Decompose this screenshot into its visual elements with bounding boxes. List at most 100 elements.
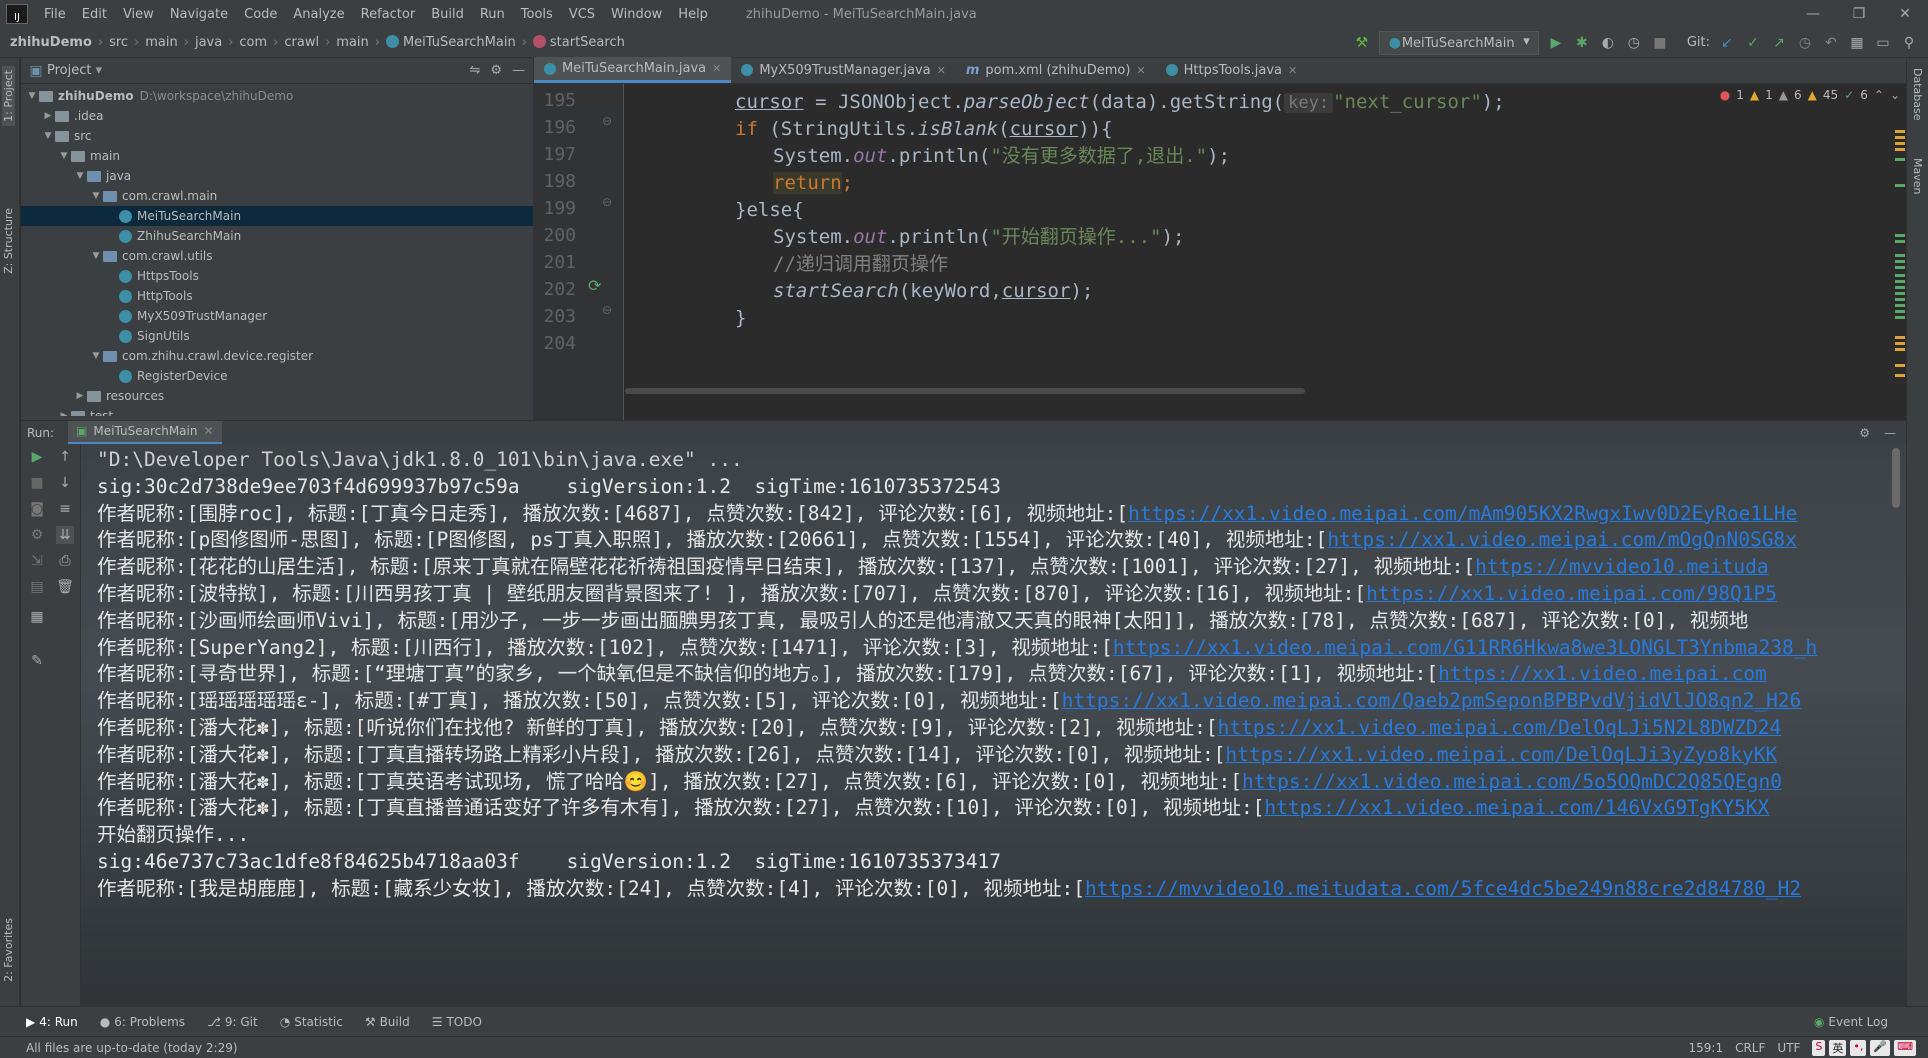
tree-item[interactable]: ▶ resources <box>21 386 533 406</box>
breadcrumb-item[interactable]: crawl <box>284 35 319 50</box>
stripe-mark[interactable] <box>1895 254 1905 257</box>
close-tab-icon[interactable]: ✕ <box>203 424 213 438</box>
chevron-down-icon[interactable]: ▼ <box>89 251 103 261</box>
error-stripe[interactable] <box>1894 84 1906 420</box>
chevron-down-icon[interactable]: ▼ <box>89 351 103 361</box>
tree-item[interactable]: ▼ zhihuDemo D:\workspace\zhihuDemo <box>21 86 533 106</box>
pin-icon[interactable]: ✎ <box>28 652 46 670</box>
menu-tools[interactable]: Tools <box>513 7 561 22</box>
tree-item[interactable]: HttpsTools <box>21 266 533 286</box>
tree-item[interactable]: ▶ .idea <box>21 106 533 126</box>
tree-item[interactable]: ▼ com.crawl.utils <box>21 246 533 266</box>
stripe-mark[interactable] <box>1895 240 1905 243</box>
video-link[interactable]: https://xx1.video.meipai.com/98Q1P5 <box>1366 582 1777 605</box>
search-icon[interactable]: ⚲ <box>1900 34 1918 52</box>
tree-item[interactable]: ▶ test <box>21 406 533 416</box>
video-link[interactable]: https://mvvideo10.meitudata.com/5fce4dc5… <box>1085 877 1801 900</box>
tree-item[interactable]: MyX509TrustManager <box>21 306 533 326</box>
stripe-mark[interactable] <box>1895 274 1905 277</box>
recursive-call-icon[interactable]: ⟳ <box>588 276 601 295</box>
editor-tab[interactable]: m pom.xml (zhihuDemo) ✕ <box>956 57 1156 83</box>
git-commit-icon[interactable]: ✓ <box>1744 34 1762 52</box>
breadcrumb-item[interactable]: zhihuDemo <box>10 35 92 50</box>
arrow-up-icon[interactable]: ↑ <box>56 448 74 466</box>
menu-window[interactable]: Window <box>603 7 670 22</box>
menu-vcs[interactable]: VCS <box>561 7 603 22</box>
inspection-widget[interactable]: ● 1 ▲ 1 ▲ 6 ▲ 45 ✓ 6 ⌃ ⌄ <box>1720 88 1900 102</box>
tool-window-build[interactable]: ⚒ Build <box>365 1015 410 1029</box>
settings-icon[interactable]: ⚙ <box>28 526 46 544</box>
stripe-mark[interactable] <box>1895 280 1905 283</box>
git-push-icon[interactable]: ↗ <box>1770 34 1788 52</box>
restore-icon[interactable]: ❐ <box>1836 0 1882 28</box>
chevron-down-icon[interactable]: ▼ <box>57 151 71 161</box>
gear-icon[interactable]: ⚙ <box>490 63 502 78</box>
tree-item[interactable]: ▼ com.crawl.main <box>21 186 533 206</box>
project-tool-tab[interactable]: 1: Project <box>2 66 15 126</box>
camera-icon[interactable]: ◙ <box>28 500 46 518</box>
menu-edit[interactable]: Edit <box>74 7 115 22</box>
menu-analyze[interactable]: Analyze <box>285 7 352 22</box>
run-icon[interactable]: ▶ <box>1547 34 1565 52</box>
stripe-mark[interactable] <box>1895 342 1905 345</box>
coverage-icon[interactable]: ◐ <box>1599 34 1617 52</box>
profile-icon[interactable]: ◷ <box>1625 34 1643 52</box>
video-link[interactable]: https://xx1.video.meipai.com <box>1438 662 1767 685</box>
stripe-mark[interactable] <box>1895 148 1905 151</box>
stop-icon[interactable]: ■ <box>1651 34 1669 52</box>
menu-navigate[interactable]: Navigate <box>162 7 236 22</box>
fold-icon[interactable]: ⊖ <box>602 303 612 317</box>
stripe-mark[interactable] <box>1895 142 1905 145</box>
run-config-select[interactable]: ●MeiTuSearchMain ▾ <box>1378 30 1539 55</box>
close-tab-icon[interactable]: ✕ <box>1288 64 1297 77</box>
gear-icon[interactable]: ⚙ <box>1859 426 1870 440</box>
favorites-tool-tab[interactable]: 2: Favorites <box>2 918 15 982</box>
hammer-build-icon[interactable]: ⚒ <box>1353 34 1371 52</box>
tree-item[interactable]: ZhihuSearchMain <box>21 226 533 246</box>
menu-code[interactable]: Code <box>236 7 285 22</box>
console-output[interactable]: "D:\Developer Tools\Java\jdk1.8.0_101\bi… <box>81 444 1906 1006</box>
ime-tray[interactable]: S 英 •, 🎤 ⌨ <box>1812 1039 1916 1056</box>
fold-icon[interactable]: ⊖ <box>602 195 612 209</box>
collapse-all-icon[interactable]: ⇋ <box>469 63 480 78</box>
minimize-icon[interactable]: — <box>1790 0 1836 28</box>
stripe-mark[interactable] <box>1895 374 1905 377</box>
chevron-right-icon[interactable]: ▶ <box>57 411 71 416</box>
layout-icon[interactable]: ▤ <box>28 578 46 596</box>
close-tab-icon[interactable]: ✕ <box>937 64 946 77</box>
tree-item[interactable]: ▼ src <box>21 126 533 146</box>
menu-help[interactable]: Help <box>670 7 716 22</box>
project-view-select[interactable]: Project <box>47 63 91 78</box>
exit-icon[interactable]: ⇲ <box>28 552 46 570</box>
menu-file[interactable]: File <box>36 7 74 22</box>
video-link[interactable]: https://xx1.video.meipai.com/5o5OQmDC2Q8… <box>1242 770 1782 793</box>
hide-panel-icon[interactable]: — <box>1884 426 1896 440</box>
video-link[interactable]: https://xx1.video.meipai.com/mOgQnN0SG8x <box>1327 528 1797 551</box>
chevron-down-icon[interactable]: ▼ <box>89 191 103 201</box>
menu-build[interactable]: Build <box>423 7 472 22</box>
video-link[interactable]: https://mvvideo10.meituda <box>1475 555 1769 578</box>
code-area[interactable]: cursor = JSONObject.parseObject(data).ge… <box>625 84 1862 420</box>
stripe-mark[interactable] <box>1895 310 1905 313</box>
stripe-mark[interactable] <box>1895 364 1905 367</box>
stripe-mark[interactable] <box>1895 348 1905 351</box>
breadcrumb-item[interactable]: main <box>145 35 177 50</box>
hide-panel-icon[interactable]: — <box>512 63 525 78</box>
stripe-mark[interactable] <box>1895 234 1905 237</box>
close-tab-icon[interactable]: ✕ <box>1136 64 1145 77</box>
stripe-mark[interactable] <box>1895 266 1905 269</box>
breadcrumb-item[interactable]: MeiTuSearchMain <box>385 35 516 50</box>
chevron-right-icon[interactable]: ▶ <box>41 111 55 121</box>
horizontal-scrollbar[interactable] <box>625 388 1305 394</box>
close-icon[interactable]: ✕ <box>1882 0 1928 28</box>
stripe-mark[interactable] <box>1895 286 1905 289</box>
editor-tab[interactable]: HttpsTools.java ✕ <box>1156 57 1308 83</box>
tree-item[interactable]: MeiTuSearchMain <box>21 206 533 226</box>
video-link[interactable]: https://xx1.video.meipai.com/G11RR6Hkwa8… <box>1113 636 1817 659</box>
stripe-mark[interactable] <box>1895 158 1905 161</box>
stripe-mark[interactable] <box>1895 130 1905 133</box>
print-icon[interactable]: ⎙ <box>56 552 74 570</box>
stripe-mark[interactable] <box>1895 336 1905 339</box>
chevron-down-icon[interactable]: ▼ <box>73 171 87 181</box>
editor-tab[interactable]: MeiTuSearchMain.java ✕ <box>534 57 732 83</box>
